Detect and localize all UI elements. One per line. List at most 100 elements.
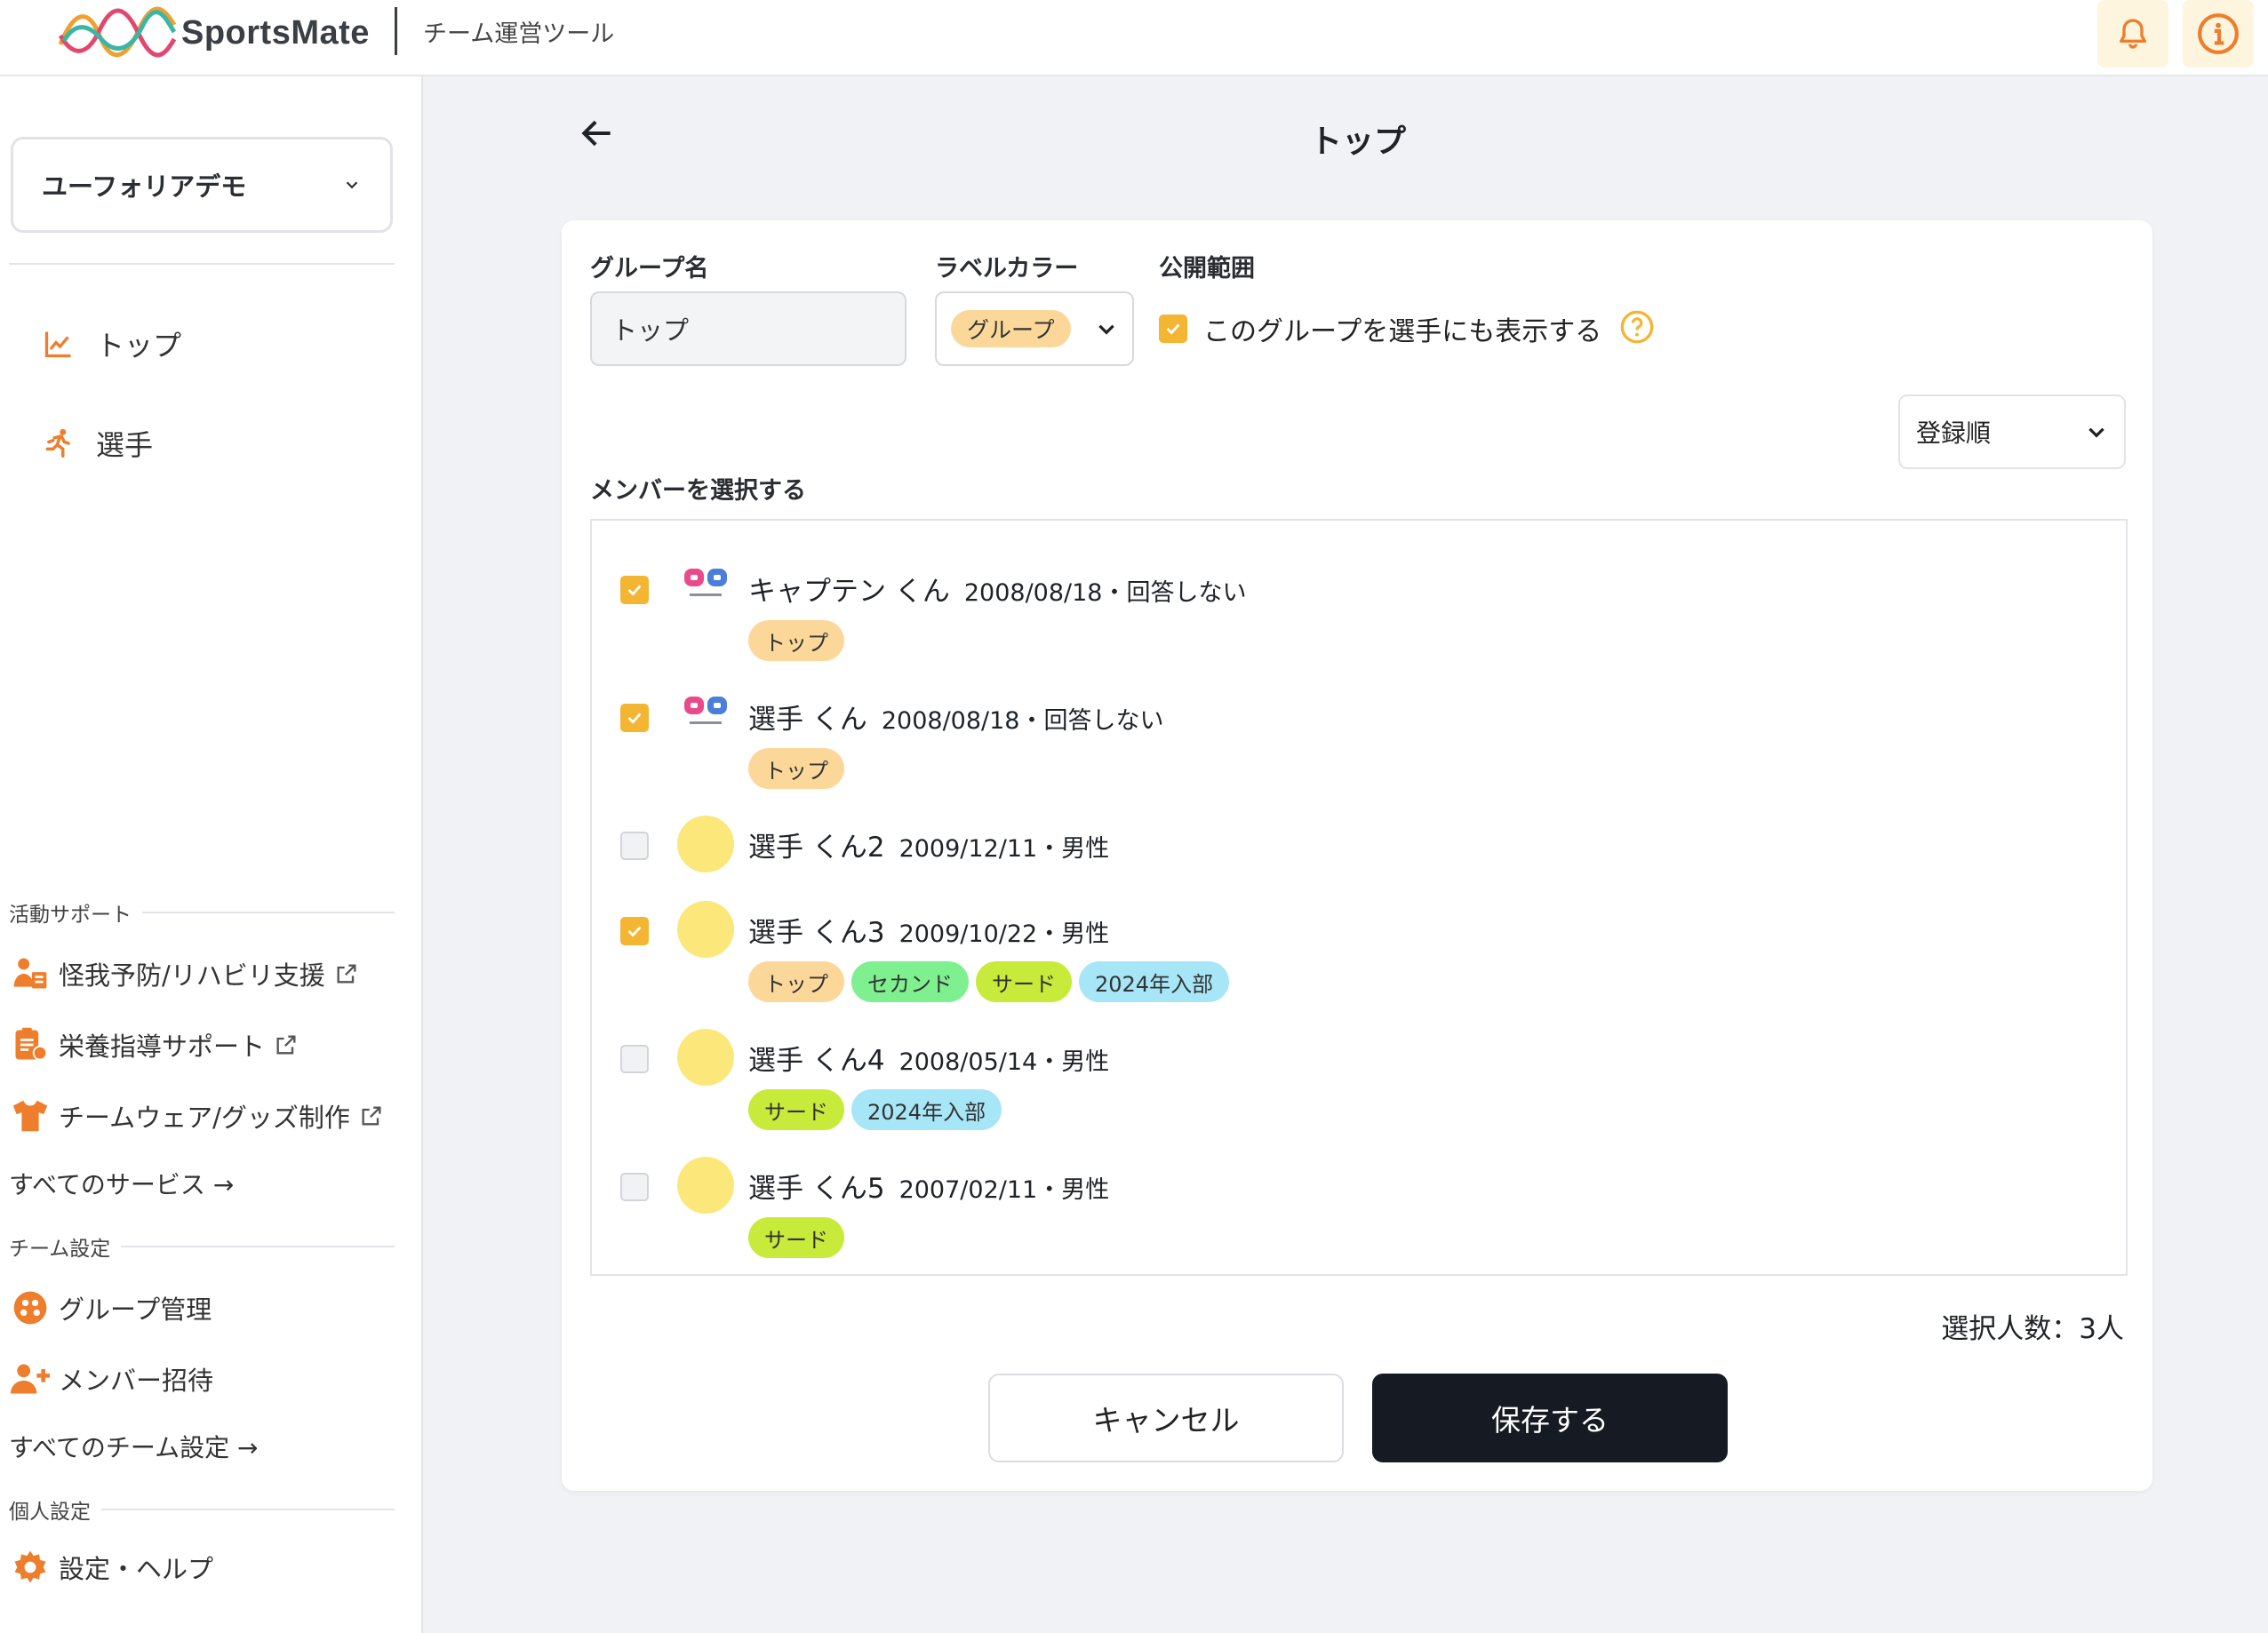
member-tags: トップ セカンド サード 2024年入部 (748, 961, 1230, 1002)
running-icon (41, 426, 76, 461)
group-name-input[interactable]: トップ (590, 291, 906, 366)
sidebar-item-label: 設定・ヘルプ (59, 1554, 214, 1584)
member-name: キャプテン くん 2008/08/18・回答しない (748, 576, 1247, 608)
sidebar: ユーフォリアデモ トップ 選手 活動サポート 怪我予防/リハビリ支援 栄養指導サ… (0, 76, 423, 1633)
label-color-select[interactable]: グループ (935, 291, 1134, 366)
header-divider (395, 7, 397, 55)
logo-wave-icon (58, 6, 177, 58)
group-edit-card: グループ名 トップ ラベルカラー グループ 公開範囲 このグループを選手にも表示… (562, 220, 2152, 1491)
member-checkbox[interactable] (620, 704, 649, 732)
visibility-checkbox[interactable] (1159, 315, 1187, 343)
header-subtitle: チーム運営ツール (423, 20, 615, 48)
all-team-settings-link[interactable]: すべてのチーム設定 → (9, 1429, 258, 1464)
members-label: メンバーを選択する (590, 477, 806, 505)
chevron-down-icon (346, 181, 358, 189)
info-icon (2198, 13, 2239, 54)
sort-value: 登録順 (1916, 418, 1992, 448)
group-tag: トップ (748, 748, 844, 789)
chevron-down-icon (1098, 324, 1114, 335)
group-tag: セカンド (851, 961, 969, 1002)
member-meta: 2008/05/14・男性 (898, 1048, 1110, 1076)
group-tag: トップ (748, 620, 844, 661)
member-checkbox[interactable] (620, 832, 649, 860)
member-meta: 2008/08/18・回答しない (881, 707, 1164, 735)
member-name: 選手 くん5 2007/02/11・男性 (748, 1173, 1110, 1205)
section-personal-settings: 個人設定 (9, 1494, 395, 1525)
service-injury-prevention[interactable]: 怪我予防/リハビリ支援 (9, 952, 359, 995)
help-icon[interactable] (1619, 309, 1655, 348)
avatar (677, 816, 734, 872)
member-meta: 2007/02/11・男性 (898, 1176, 1110, 1204)
add-user-icon (9, 1358, 52, 1400)
visibility-option: このグループを選手にも表示する (1159, 309, 1655, 348)
gear-icon (9, 1546, 52, 1589)
page-title: トップ (1309, 123, 1406, 160)
arrow-left-icon (581, 120, 611, 147)
member-tags: サード (748, 1217, 844, 1258)
member-meta: 2008/08/18・回答しない (963, 579, 1247, 607)
medical-staff-icon (9, 952, 52, 995)
team-select[interactable]: ユーフォリアデモ (11, 137, 393, 233)
group-tag: トップ (748, 961, 844, 1002)
external-link-icon (359, 1103, 384, 1128)
service-label: チームウェア/グッズ制作 (59, 1103, 350, 1133)
group-name-label: グループ名 (590, 255, 709, 283)
sportsmate-logo[interactable]: SportsMate (57, 4, 370, 62)
logo-text: SportsMate (181, 13, 370, 52)
external-link-icon (274, 1032, 299, 1057)
sidebar-item-invite-members[interactable]: メンバー招待 (9, 1358, 213, 1400)
cancel-button[interactable]: キャンセル (988, 1374, 1344, 1462)
sidebar-item-top[interactable]: トップ (41, 323, 181, 364)
group-tag: サード (748, 1217, 844, 1258)
member-name: 選手 くん 2008/08/18・回答しない (748, 704, 1164, 736)
back-button[interactable] (578, 114, 617, 156)
member-checkbox[interactable] (620, 576, 649, 604)
sidebar-item-settings-help[interactable]: 設定・ヘルプ (9, 1546, 213, 1589)
team-logo-avatar (677, 688, 734, 745)
visibility-text: このグループを選手にも表示する (1203, 316, 1602, 347)
chart-line-icon (41, 326, 76, 362)
service-teamwear[interactable]: チームウェア/グッズ制作 (9, 1095, 384, 1137)
service-nutrition[interactable]: 栄養指導サポート (9, 1024, 299, 1066)
section-team-settings: チーム設定 (9, 1231, 395, 1262)
label-color-chip: グループ (951, 310, 1071, 347)
section-activity-support: 活動サポート (9, 897, 395, 928)
member-name: 選手 くん3 2009/10/22・男性 (748, 917, 1110, 949)
info-button[interactable] (2183, 0, 2254, 68)
tshirt-icon (9, 1095, 52, 1137)
member-checkbox[interactable] (620, 1045, 649, 1073)
sidebar-item-players[interactable]: 選手 (41, 423, 153, 464)
group-tag: 2024年入部 (851, 1089, 1002, 1130)
member-tags: トップ (748, 620, 844, 661)
group-tag: サード (976, 961, 1072, 1002)
sidebar-item-label: グループ管理 (59, 1294, 212, 1325)
member-checkbox[interactable] (620, 917, 649, 945)
all-services-link[interactable]: すべてのサービス → (9, 1166, 234, 1201)
member-meta: 2009/10/22・男性 (898, 920, 1110, 948)
member-checkbox[interactable] (620, 1173, 649, 1201)
visibility-label: 公開範囲 (1159, 255, 1255, 283)
sidebar-item-label: トップ (96, 329, 182, 362)
sidebar-divider (9, 263, 395, 265)
service-label: 怪我予防/リハビリ支援 (59, 960, 325, 991)
avatar (677, 1157, 734, 1214)
save-button[interactable]: 保存する (1372, 1374, 1728, 1462)
bell-icon (2120, 19, 2146, 49)
selected-count: 選択人数：3人 (1941, 1313, 2124, 1345)
chevron-down-icon (2088, 427, 2104, 438)
service-label: 栄養指導サポート (59, 1032, 266, 1062)
sort-select[interactable]: 登録順 (1898, 394, 2126, 469)
member-list: キャプテン くん 2008/08/18・回答しない トップ 選手 くん 2008/08/… (590, 519, 2128, 1276)
team-logo-avatar (677, 560, 734, 617)
label-color-label: ラベルカラー (935, 255, 1079, 283)
sidebar-item-group-management[interactable]: グループ管理 (9, 1286, 212, 1329)
group-icon (9, 1286, 52, 1329)
avatar (677, 901, 734, 958)
external-link-icon (334, 961, 359, 986)
sidebar-item-label: メンバー招待 (59, 1366, 214, 1396)
member-tags: サード 2024年入部 (748, 1089, 1002, 1130)
member-name: 選手 くん2 2009/12/11・男性 (748, 832, 1110, 864)
member-name: 選手 くん4 2008/05/14・男性 (748, 1045, 1110, 1077)
notification-button[interactable] (2097, 0, 2168, 68)
clipboard-icon (9, 1024, 52, 1066)
